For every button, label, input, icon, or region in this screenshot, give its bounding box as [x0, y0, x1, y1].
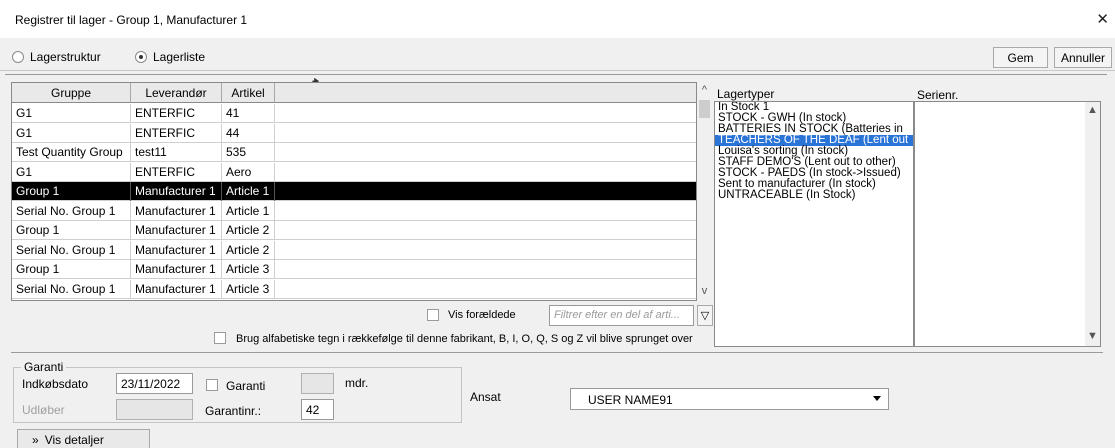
list-item[interactable]: UNTRACEABLE (In Stock): [715, 189, 913, 201]
cell-leverandor: Manufacturer 1: [131, 260, 222, 279]
months-field: [301, 373, 334, 394]
article-filter-input[interactable]: Filtrer efter en del af arti...: [549, 305, 694, 326]
employee-label: Ansat: [470, 390, 501, 404]
purchase-date-label: Indkøbsdato: [22, 377, 89, 391]
table-row[interactable]: Group 1 Manufacturer 1 Article 1: [12, 182, 696, 201]
alphabet-checkbox[interactable]: [214, 332, 226, 344]
expires-field: [116, 399, 193, 420]
warranty-group-title: Garanti: [21, 360, 67, 374]
cell-artikel: Article 3: [222, 260, 275, 279]
column-header-artikel[interactable]: Artikel: [222, 83, 275, 103]
radio-icon: [12, 51, 24, 63]
show-details-label: Vis detaljer: [44, 433, 104, 447]
employee-value: USER NAME91: [588, 393, 673, 407]
table-row[interactable]: Serial No. Group 1 Manufacturer 1 Article …: [12, 279, 696, 299]
scroll-up-icon[interactable]: ▲: [1087, 104, 1098, 116]
warranty-number-value: 42: [306, 403, 320, 417]
show-obsolete-label: Vis forældede: [448, 309, 516, 321]
article-table[interactable]: Gruppe Leverandør Artikel G1 ENTERFIC 41 G1…: [11, 82, 697, 301]
radio-lagerstruktur[interactable]: Lagerstruktur: [12, 50, 101, 64]
cell-artikel: 41: [222, 104, 275, 123]
title-bar: Registrer til lager - Group 1, Manufactu…: [0, 0, 1115, 38]
employee-dropdown[interactable]: USER NAME91: [570, 388, 889, 410]
warranty-number-field[interactable]: 42: [301, 399, 334, 420]
cell-artikel: Article 1: [222, 182, 275, 201]
show-obsolete-checkbox[interactable]: [427, 309, 439, 321]
warranty-checkbox[interactable]: [206, 379, 218, 391]
table-row[interactable]: Serial No. Group 1 Manufacturer 1 Article …: [12, 201, 696, 221]
cell-leverandor: ENTERFIC: [131, 104, 222, 123]
cell-gruppe: Group 1: [12, 260, 131, 279]
table-row[interactable]: Serial No. Group 1 Manufacturer 1 Article …: [12, 240, 696, 260]
divider: [11, 352, 1103, 353]
warranty-checkbox-label: Garanti: [226, 379, 266, 393]
cell-artikel: Article 2: [222, 221, 275, 240]
alphabet-note: Brug alfabetiske tegn i rækkefølge til d…: [236, 333, 693, 345]
table-row[interactable]: G1 ENTERFIC 41: [12, 104, 696, 123]
radio-label: Lagerliste: [153, 50, 206, 64]
lagertyper-list[interactable]: In Stock 1 STOCK - GWH (In stock) BATTERIE…: [714, 101, 914, 347]
cell-artikel: 535: [222, 143, 275, 162]
cell-leverandor: Manufacturer 1: [131, 182, 222, 201]
months-label: mdr.: [345, 376, 369, 390]
cell-artikel: Article 1: [222, 201, 275, 221]
cell-gruppe: G1: [12, 123, 131, 143]
table-scrollbar[interactable]: ^ v: [697, 82, 712, 301]
cell-gruppe: G1: [12, 162, 131, 182]
serienr-list[interactable]: ▲ ▼: [914, 101, 1101, 347]
filter-funnel-icon[interactable]: ▽: [697, 305, 713, 326]
save-button[interactable]: Gem: [993, 47, 1048, 68]
radio-icon-checked: [135, 51, 147, 63]
column-header-gruppe[interactable]: Gruppe: [12, 83, 131, 103]
scroll-thumb[interactable]: [699, 100, 710, 118]
radio-label: Lagerstruktur: [30, 50, 101, 64]
table-header: Gruppe Leverandør Artikel: [12, 83, 696, 103]
column-header-leverandor[interactable]: Leverandør: [131, 83, 222, 103]
window-title: Registrer til lager - Group 1, Manufactu…: [15, 13, 248, 27]
cell-leverandor: Manufacturer 1: [131, 221, 222, 240]
expires-label: Udløber: [22, 403, 65, 417]
cell-gruppe: Serial No. Group 1: [12, 279, 131, 299]
table-row[interactable]: G1 ENTERFIC Aero: [12, 162, 696, 182]
cell-gruppe: G1: [12, 104, 131, 123]
cell-gruppe: Serial No. Group 1: [12, 201, 131, 221]
cancel-button[interactable]: Annuller: [1054, 47, 1112, 68]
table-row[interactable]: Test Quantity Group test11 535: [12, 143, 696, 162]
cell-leverandor: Manufacturer 1: [131, 279, 222, 299]
scroll-down-icon[interactable]: ▼: [1087, 330, 1098, 342]
radio-lagerliste[interactable]: Lagerliste: [135, 50, 205, 64]
purchase-date-field[interactable]: 23/11/2022: [116, 373, 193, 394]
filter-placeholder: Filtrer efter en del af arti...: [554, 309, 680, 321]
table-row[interactable]: G1 ENTERFIC 44: [12, 123, 696, 143]
close-icon[interactable]: ✕: [1096, 10, 1109, 28]
scroll-down-icon[interactable]: v: [699, 285, 710, 297]
double-chevron-icon: »: [32, 433, 39, 447]
chevron-down-icon: [873, 396, 881, 401]
table-row[interactable]: Group 1 Manufacturer 1 Article 3: [12, 260, 696, 279]
show-details-button[interactable]: » Vis detaljer: [17, 429, 150, 448]
divider: [5, 74, 1107, 75]
cell-gruppe: Test Quantity Group: [12, 143, 131, 162]
cell-leverandor: Manufacturer 1: [131, 240, 222, 260]
cell-gruppe: Serial No. Group 1: [12, 240, 131, 260]
warranty-number-label: Garantinr.:: [205, 404, 262, 418]
scroll-up-icon[interactable]: ^: [699, 84, 710, 96]
lagertyper-label: Lagertyper: [717, 87, 775, 101]
cell-artikel: Article 3: [222, 279, 275, 299]
serienr-label: Serienr.: [917, 88, 959, 102]
toolbar: Lagerstruktur Lagerliste Gem Annuller: [0, 38, 1115, 71]
cell-artikel: Article 2: [222, 240, 275, 260]
cell-artikel: Aero: [222, 162, 275, 182]
cell-gruppe: Group 1: [12, 182, 131, 201]
purchase-date-value: 23/11/2022: [121, 377, 181, 391]
cell-gruppe: Group 1: [12, 221, 131, 240]
cell-leverandor: test11: [131, 143, 222, 162]
serienr-scrollbar[interactable]: ▲ ▼: [1085, 102, 1100, 346]
cell-leverandor: ENTERFIC: [131, 123, 222, 143]
cell-leverandor: Manufacturer 1: [131, 201, 222, 221]
table-row[interactable]: Group 1 Manufacturer 1 Article 2: [12, 221, 696, 240]
cell-leverandor: ENTERFIC: [131, 162, 222, 182]
cell-artikel: 44: [222, 123, 275, 143]
